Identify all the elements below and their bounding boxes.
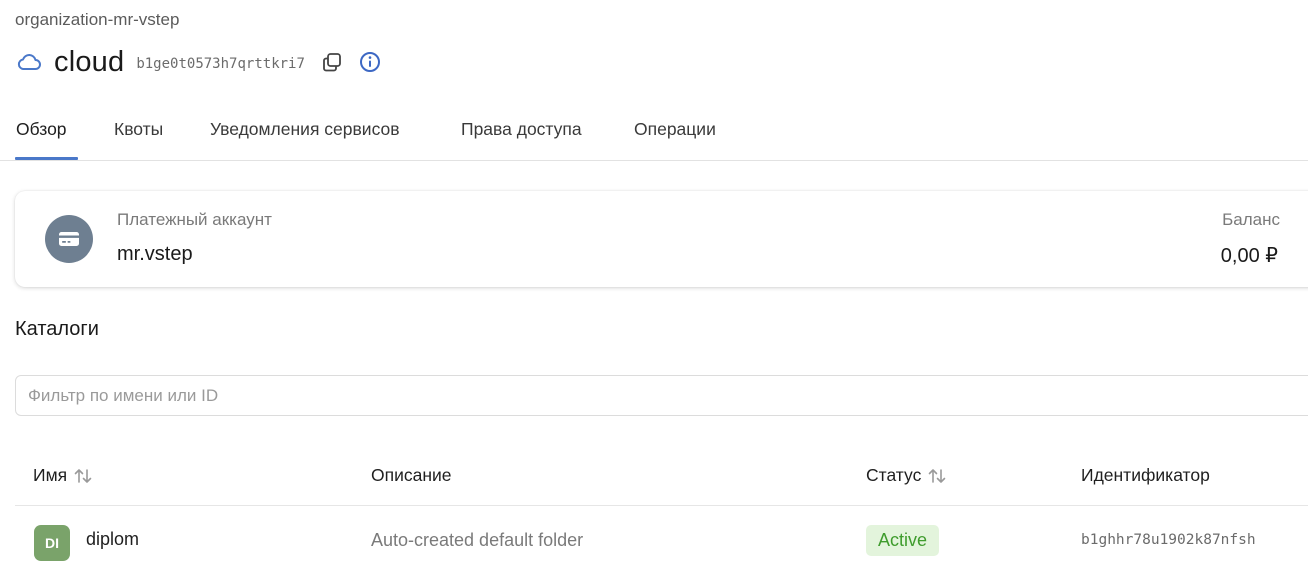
- organization-name[interactable]: organization-mr-vstep: [15, 10, 179, 30]
- folder-description: Auto-created default folder: [371, 530, 584, 550]
- folder-name-link[interactable]: diplom: [86, 529, 139, 550]
- folder-id: b1ghhr78u1902k87nfsh: [1081, 532, 1256, 548]
- page: organization-mr-vstep cloud b1ge0t0573h7…: [0, 0, 1308, 579]
- billing-account-name[interactable]: mr.vstep: [117, 243, 193, 266]
- column-name-label: Имя: [33, 465, 68, 485]
- column-identifier-label: Идентификатор: [1081, 465, 1210, 485]
- tab-overview[interactable]: Обзор: [16, 119, 67, 140]
- status-badge: Active: [866, 525, 940, 556]
- active-tab-indicator: [15, 157, 78, 160]
- table-header: Имя Описание Статус Идентификатор: [15, 450, 1308, 506]
- tab-access-rights[interactable]: Права доступа: [461, 119, 582, 140]
- balance-value: 0,00 ₽: [1220, 245, 1278, 267]
- avatar: DI: [34, 525, 70, 561]
- column-description: Описание: [371, 465, 452, 486]
- tab-bar: Обзор Квоты Уведомления сервисов Права д…: [0, 108, 1308, 161]
- credit-card-icon: [45, 215, 93, 263]
- column-description-label: Описание: [371, 465, 452, 485]
- column-name[interactable]: Имя: [33, 465, 93, 486]
- catalog-filter-input[interactable]: [15, 375, 1308, 416]
- column-status[interactable]: Статус: [866, 465, 947, 486]
- billing-account-card[interactable]: Платежный аккаунт mr.vstep Баланс 0,00 ₽: [15, 191, 1308, 287]
- tab-operations[interactable]: Операции: [634, 119, 716, 140]
- cloud-header: cloud b1ge0t0573h7qrttkri7: [16, 44, 395, 80]
- tab-service-notifications[interactable]: Уведомления сервисов: [210, 119, 400, 140]
- column-identifier: Идентификатор: [1081, 465, 1210, 486]
- copy-icon[interactable]: [319, 49, 345, 75]
- sort-icon[interactable]: [73, 467, 93, 485]
- balance-label: Баланс: [1222, 210, 1280, 229]
- sort-icon[interactable]: [927, 467, 947, 485]
- table-row[interactable]: DI diplom Auto-created default folder Ac…: [15, 506, 1308, 576]
- info-icon[interactable]: [357, 49, 383, 75]
- page-title: cloud: [54, 45, 125, 78]
- column-status-label: Статус: [866, 465, 922, 485]
- cloud-icon: [16, 51, 42, 73]
- catalogs-title: Каталоги: [15, 318, 99, 340]
- billing-account-label: Платежный аккаунт: [117, 210, 272, 229]
- tab-quotas[interactable]: Квоты: [114, 119, 163, 140]
- cloud-id: b1ge0t0573h7qrttkri7: [136, 55, 305, 72]
